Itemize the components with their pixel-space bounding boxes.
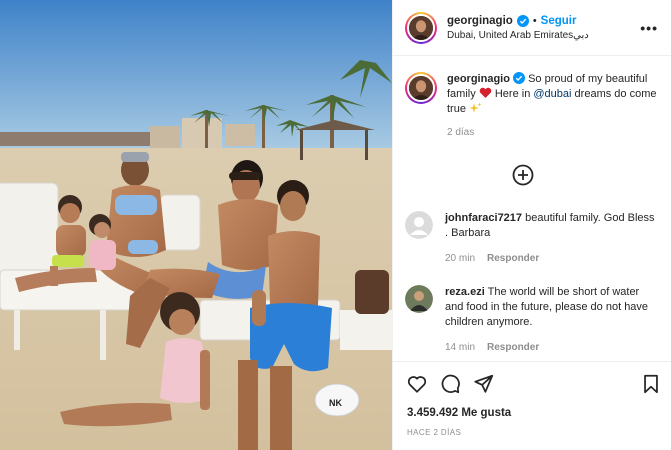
post-caption: georginagio So proud of my beautiful fam… — [405, 72, 660, 140]
caption-text-2: Here in — [494, 88, 531, 100]
author-avatar-image — [409, 15, 433, 40]
post-header: georginagio • Seguir Dubai, United Arab … — [393, 0, 671, 56]
comment-item: johnfaraci7217 beautiful family. God Ble… — [405, 211, 660, 266]
heart-icon[interactable] — [406, 373, 428, 395]
heart-emoji-icon — [479, 87, 492, 98]
post-location[interactable]: Dubai, United Arab Emiratesدبي — [447, 30, 589, 41]
comment-body: reza.ezi The world will be short of wate… — [445, 285, 660, 355]
more-options-icon[interactable]: ••• — [640, 20, 658, 36]
comment-meta: 20 min Responder — [445, 251, 660, 266]
svg-text:NK: NK — [329, 398, 342, 408]
comment-item: reza.ezi The world will be short of wate… — [405, 285, 660, 355]
comment-time[interactable]: 20 min — [445, 251, 475, 266]
follow-button[interactable]: Seguir — [541, 15, 577, 27]
header-text: georginagio • Seguir Dubai, United Arab … — [447, 14, 589, 41]
caption-verified-badge-icon — [513, 72, 526, 84]
likes-count[interactable]: 3.459.492 Me gusta — [407, 407, 511, 419]
comment-body: johnfaraci7217 beautiful family. God Ble… — [445, 211, 660, 266]
sparkles-emoji-icon — [469, 102, 482, 113]
caption-mention-link[interactable]: @dubai — [533, 88, 571, 100]
comment-meta: 14 min Responder — [445, 340, 660, 355]
caption-avatar-image — [409, 76, 433, 100]
plus-circle-icon[interactable] — [511, 163, 535, 187]
reza-avatar-image — [405, 285, 433, 313]
comment-time[interactable]: 14 min — [445, 340, 475, 355]
comment-avatar[interactable] — [405, 285, 433, 313]
post-date[interactable]: HACE 2 DÍAS — [407, 428, 461, 437]
beach-family-photo: NK — [0, 0, 392, 450]
reply-button[interactable]: Responder — [487, 251, 539, 266]
author-avatar[interactable] — [405, 11, 437, 44]
author-username[interactable]: georginagio — [447, 15, 513, 27]
default-avatar-icon — [405, 211, 433, 239]
reply-button[interactable]: Responder — [487, 340, 539, 355]
comment-username[interactable]: reza.ezi — [445, 286, 485, 298]
header-separator: • — [532, 14, 537, 27]
caption-body: georginagio So proud of my beautiful fam… — [447, 72, 660, 140]
caption-time[interactable]: 2 días — [447, 125, 660, 140]
comment-username[interactable]: johnfaraci7217 — [445, 212, 522, 224]
post-side-panel: georginagio • Seguir Dubai, United Arab … — [392, 0, 671, 450]
post-photo[interactable]: NK — [0, 0, 392, 450]
paper-plane-icon[interactable] — [473, 373, 495, 395]
verified-badge-icon — [516, 14, 529, 27]
caption-username[interactable]: georginagio — [447, 73, 510, 85]
comment-bubble-icon[interactable] — [439, 373, 461, 395]
caption-avatar[interactable] — [405, 72, 437, 104]
comment-avatar[interactable] — [405, 211, 433, 239]
post-dialog: NK georginagio • Seguir Dubai, United Ar… — [0, 0, 671, 450]
bookmark-icon[interactable] — [640, 373, 662, 395]
